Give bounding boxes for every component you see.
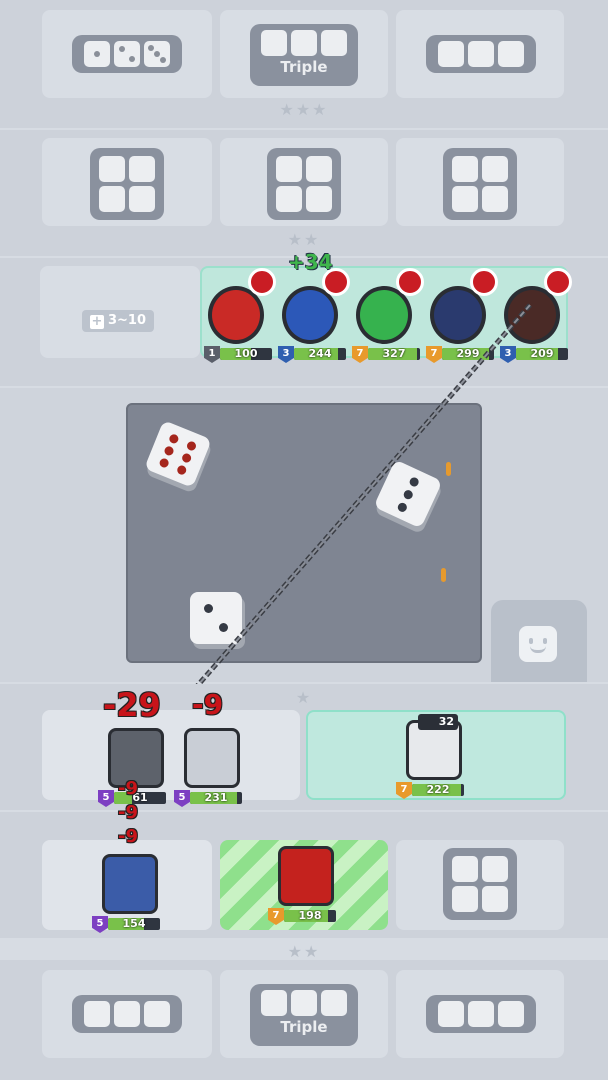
reward-slot-four-five-six[interactable] [396,970,564,1058]
damage-popup: -29 [103,686,161,724]
damage-popup: -9 [118,826,138,847]
player-slot-left[interactable] [42,710,300,800]
unit-hp-value: 222 [426,784,450,796]
emoji-button[interactable] [491,600,587,682]
unit-body [184,728,240,788]
player-unit-silver[interactable] [176,720,246,790]
player-unit-red[interactable] [270,838,340,908]
tier-stars: ★★ [287,942,321,961]
triple-label: Triple [280,1018,328,1036]
battery-counter: 32 [418,714,458,730]
four-dice-icon [443,848,517,920]
smiley-icon [519,626,557,662]
unit-hp-bar: 154 [108,918,160,930]
unit-hp-value: 198 [298,910,322,922]
damage-popup: -9 [118,778,138,799]
three-dice-icon [426,995,536,1033]
tier-stars: ★ [295,688,313,707]
reward-slot-straight[interactable] [42,970,212,1058]
unit-body [278,846,334,906]
unit-hp-value: 154 [122,918,146,930]
unit-body [102,854,158,914]
player-unit-blue[interactable] [94,846,164,916]
damage-popup: -9 [192,688,224,721]
unit-hp-value: 231 [204,792,228,804]
player-slot-c[interactable] [396,840,564,930]
player-row-one: ★ [0,684,608,810]
triple-dice-icon: Triple [250,984,358,1046]
three-dice-icon [72,995,182,1033]
bottom-reward-tier: Triple [0,960,608,1080]
unit-hp-bar: 222 [412,784,464,796]
unit-hp-bar: 231 [190,792,242,804]
unit-hp-bar: 198 [284,910,336,922]
damage-popup: -9 [118,802,138,823]
reward-slot-triple[interactable]: Triple [220,970,388,1058]
